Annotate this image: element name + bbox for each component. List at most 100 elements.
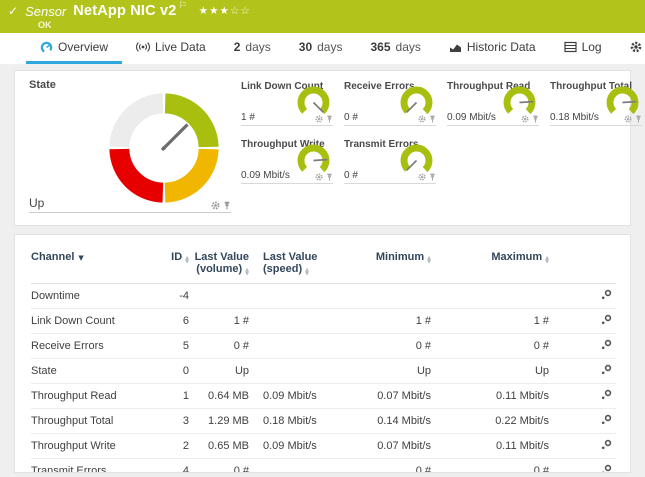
live-signal-icon <box>136 41 150 53</box>
sensor-status-text: OK <box>38 20 645 30</box>
channel-settings-icon[interactable] <box>601 464 612 473</box>
channel-settings-icon[interactable] <box>601 439 612 453</box>
cell-id: 4 <box>161 459 189 474</box>
cell-id: 5 <box>161 334 189 359</box>
mini-gauge-throughput-read: Throughput Read 0.09 Mbit/s <box>447 81 539 126</box>
gear-icon[interactable] <box>624 115 632 123</box>
channel-settings-icon[interactable] <box>601 314 612 328</box>
mini-needle <box>314 160 328 161</box>
state-needle <box>162 124 188 150</box>
cell-last-value-speed <box>249 459 349 474</box>
sort-icons: ▲▼ <box>245 268 249 276</box>
cell-minimum: 0.07 Mbit/s <box>349 434 431 459</box>
col-header-last-value-speed[interactable]: Last Value(speed)▲▼ <box>249 249 349 284</box>
cell-channel: State <box>31 359 161 384</box>
gear-icon[interactable] <box>211 201 220 210</box>
state-donut-gauge <box>107 91 221 205</box>
sort-icons: ▲▼ <box>185 256 189 264</box>
tab-live-data[interactable]: Live Data <box>122 33 220 64</box>
table-row: Link Down Count61 #1 #1 # <box>31 309 616 334</box>
cell-maximum <box>431 284 549 309</box>
channel-settings-icon[interactable] <box>601 364 612 378</box>
tab-2-days[interactable]: 2days <box>220 33 285 64</box>
col-header-actions <box>549 249 616 284</box>
cell-minimum: 0.07 Mbit/s <box>349 384 431 409</box>
table-row: State0UpUpUp <box>31 359 616 384</box>
cell-last-value-speed <box>249 359 349 384</box>
cell-minimum: 0.14 Mbit/s <box>349 409 431 434</box>
channel-settings-icon[interactable] <box>601 414 612 428</box>
cell-last-value-speed <box>249 309 349 334</box>
gear-icon[interactable] <box>315 115 323 123</box>
pin-icon[interactable] <box>326 173 333 181</box>
cell-last-value-volume: 0.65 MB <box>189 434 249 459</box>
cell-maximum: 1 # <box>431 309 549 334</box>
cell-last-value-volume: Up <box>189 359 249 384</box>
col-header-minimum[interactable]: Minimum▲▼ <box>349 249 431 284</box>
priority-flag-icon[interactable]: ⚐ <box>179 1 187 11</box>
tab-historic-data[interactable]: Historic Data <box>435 33 550 64</box>
table-row: Receive Errors50 #0 #0 # <box>31 334 616 359</box>
mini-gauge-throughput-total: Throughput Total 0.18 Mbit/s <box>550 81 642 126</box>
cell-channel: Transmit Errors <box>31 459 161 474</box>
col-header-channel[interactable]: Channel▼ <box>31 249 161 284</box>
sensor-status-banner: ✓ Sensor NetApp NIC v2 ⚐ ★★★☆☆ OK <box>0 0 645 33</box>
cell-last-value-volume: 1 # <box>189 309 249 334</box>
cell-channel: Throughput Total <box>31 409 161 434</box>
table-row: Throughput Write20.65 MB0.09 Mbit/s0.07 … <box>31 434 616 459</box>
state-value: Up <box>29 196 211 210</box>
cell-channel: Throughput Write <box>31 434 161 459</box>
channel-settings-icon[interactable] <box>601 289 612 303</box>
channels-table-body: Downtime-4Link Down Count61 #1 #1 #Recei… <box>31 284 616 474</box>
cell-id: 2 <box>161 434 189 459</box>
col-header-last-value-volume[interactable]: Last Value(volume)▲▼ <box>189 249 249 284</box>
ok-check-icon: ✓ <box>8 4 18 18</box>
cell-last-value-volume: 0 # <box>189 459 249 474</box>
pin-icon[interactable] <box>429 115 436 123</box>
cell-maximum: 0.11 Mbit/s <box>431 384 549 409</box>
priority-stars[interactable]: ★★★☆☆ <box>199 5 251 17</box>
mini-gauge-link-down-count: Link Down Count 1 # <box>241 81 333 126</box>
cell-channel: Downtime <box>31 284 161 309</box>
gear-icon[interactable] <box>418 173 426 181</box>
sort-desc-icon: ▼ <box>78 254 83 262</box>
object-kind-label: Sensor <box>25 4 66 19</box>
col-header-id[interactable]: ID▲▼ <box>161 249 189 284</box>
channel-settings-icon[interactable] <box>601 339 612 353</box>
sort-icons: ▲▼ <box>545 256 549 264</box>
tab-overview[interactable]: Overview <box>26 33 122 64</box>
tab-30-days[interactable]: 30days <box>285 33 357 64</box>
pin-icon[interactable] <box>326 115 333 123</box>
tab-settings[interactable]: Settings <box>616 33 645 64</box>
gear-icon[interactable] <box>418 115 426 123</box>
gear-icon <box>630 41 642 53</box>
channels-table-panel: Channel▼ ID▲▼ Last Value(volume)▲▼ Last … <box>14 234 631 473</box>
cell-minimum: Up <box>349 359 431 384</box>
cell-channel: Throughput Read <box>31 384 161 409</box>
cell-last-value-speed: 0.09 Mbit/s <box>249 434 349 459</box>
log-table-icon <box>564 41 577 53</box>
overview-content: State Up <box>0 64 645 473</box>
cell-last-value-volume <box>189 284 249 309</box>
cell-channel: Link Down Count <box>31 309 161 334</box>
sort-icons: ▲▼ <box>427 256 431 264</box>
cell-last-value-volume: 1.29 MB <box>189 409 249 434</box>
cell-maximum: Up <box>431 359 549 384</box>
cell-maximum: 0.11 Mbit/s <box>431 434 549 459</box>
cell-channel: Receive Errors <box>31 334 161 359</box>
mini-gauges-grid: Link Down Count 1 # Receive Errors 0 # <box>241 79 642 225</box>
pin-icon[interactable] <box>429 173 436 181</box>
channel-settings-icon[interactable] <box>601 389 612 403</box>
tab-365-days[interactable]: 365days <box>356 33 434 64</box>
cell-id: 3 <box>161 409 189 434</box>
tab-log[interactable]: Log <box>550 33 616 64</box>
cell-id: -4 <box>161 284 189 309</box>
pin-icon[interactable] <box>635 115 642 123</box>
pin-icon[interactable] <box>532 115 539 123</box>
pin-icon[interactable] <box>223 201 231 210</box>
col-header-maximum[interactable]: Maximum▲▼ <box>431 249 549 284</box>
gear-icon[interactable] <box>315 173 323 181</box>
cell-last-value-speed: 0.18 Mbit/s <box>249 409 349 434</box>
gear-icon[interactable] <box>521 115 529 123</box>
cell-minimum: 0 # <box>349 459 431 474</box>
